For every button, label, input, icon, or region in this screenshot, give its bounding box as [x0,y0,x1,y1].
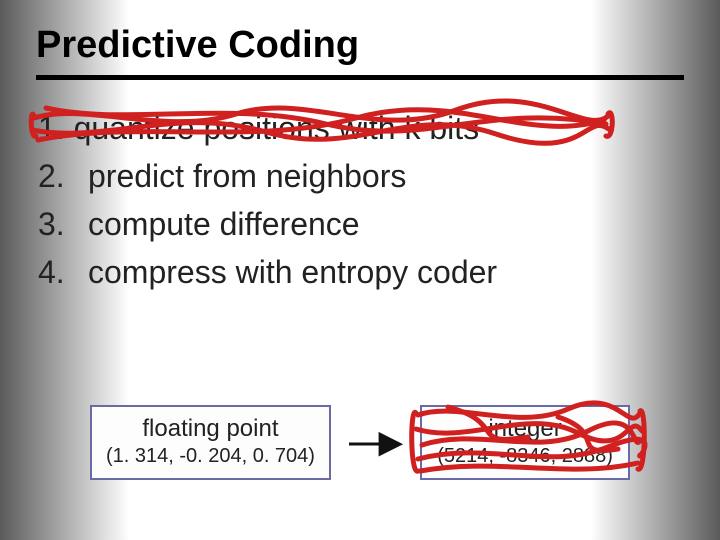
numbered-list: 1. quantize positions with k bits 2. pre… [38,104,684,296]
list-item-1: 1. quantize positions with k bits [38,104,479,152]
list-item-2: 2. predict from neighbors [38,152,684,200]
list-number: 3. [38,200,74,248]
bottom-row: floating point (1. 314, -0. 204, 0. 704)… [0,405,720,480]
box-title: floating point [106,415,315,443]
box-integer: integer (5214, -8346, 2888) [420,405,630,480]
list-text: predict from neighbors [88,152,406,200]
box-value: (5214, -8346, 2888) [436,445,614,468]
list-text: compute difference [88,200,360,248]
list-text: quantize positions with k bits [74,110,480,146]
title-rule [36,75,684,80]
arrow-icon: —▶ [349,425,402,460]
list-item-4: 4. compress with entropy coder [38,248,684,296]
list-number: 2. [38,152,74,200]
box-value: (1. 314, -0. 204, 0. 704) [106,445,315,468]
list-text: compress with entropy coder [88,248,497,296]
list-number: 4. [38,248,74,296]
list-number: 1. [38,110,65,146]
box-floating-point: floating point (1. 314, -0. 204, 0. 704) [90,405,331,480]
page-title: Predictive Coding [36,24,684,67]
list-item-3: 3. compute difference [38,200,684,248]
slide: Predictive Coding 1. quantize positions … [0,0,720,540]
box-title: integer [436,415,614,443]
